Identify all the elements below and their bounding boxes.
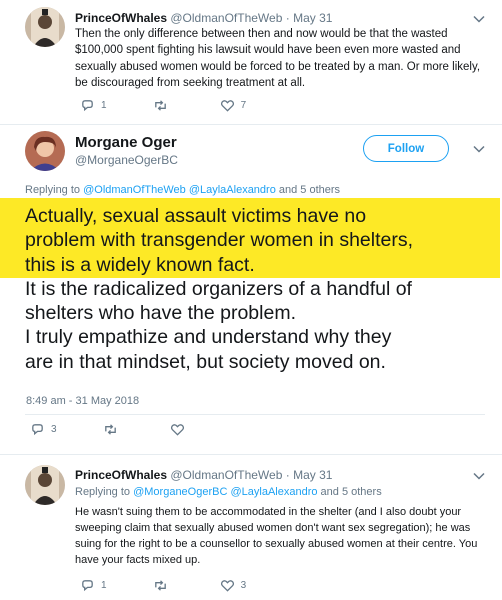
follow-button[interactable]: Follow (363, 135, 449, 162)
chevron-down-icon[interactable] (472, 142, 486, 156)
tweet-date[interactable]: May 31 (293, 11, 332, 25)
avatar[interactable] (25, 131, 65, 171)
like-button[interactable] (170, 422, 191, 437)
tweet-text-line: this is a widely known fact. (25, 253, 255, 276)
reply-icon (82, 100, 93, 112)
like-icon (170, 424, 184, 436)
replying-to-prefix: Replying to (25, 184, 84, 196)
like-icon (220, 580, 234, 592)
replying-to-prefix: Replying to (75, 486, 134, 498)
like-button[interactable]: 3 (220, 578, 247, 593)
retweet-button[interactable] (153, 578, 174, 593)
mention-link[interactable]: @OldmanOfTheWeb (83, 184, 186, 196)
tweet-text-line: I truly empathize and understand why the… (25, 326, 392, 349)
replying-to-others[interactable]: and 5 others (276, 184, 340, 196)
author-name[interactable]: PrinceOfWhales (75, 468, 167, 482)
tweet-text: Actually, sexual assault victims have no… (25, 204, 495, 374)
tweet-text-line: are in that mindset, but society moved o… (25, 350, 386, 373)
reply-count: 3 (51, 424, 57, 435)
tweet-reply-1[interactable]: PrinceOfWhales @OldmanOfTheWeb · May 31 … (0, 0, 502, 124)
tweet-text: Then the only difference between then an… (75, 28, 481, 90)
reply-count: 1 (101, 100, 107, 111)
divider (25, 414, 485, 415)
author-name[interactable]: PrinceOfWhales (75, 11, 167, 25)
tweet-text: He wasn't suing them to be accommodated … (75, 506, 478, 566)
like-button[interactable]: 7 (220, 98, 247, 113)
retweet-button[interactable] (103, 422, 124, 437)
like-count: 7 (240, 100, 247, 111)
chevron-down-icon[interactable] (472, 12, 486, 26)
replying-to-others[interactable]: and 5 others (317, 486, 382, 498)
reply-count: 1 (101, 580, 107, 591)
retweet-icon (154, 100, 166, 111)
tweet-text-line: Actually, sexual assault victims have no (25, 205, 367, 227)
author-handle[interactable]: @MorganeOgerBC (75, 153, 178, 167)
replying-to: Replying to @MorganeOgerBC @LaylaAlexand… (75, 486, 382, 498)
like-count: 3 (240, 580, 247, 591)
retweet-icon (104, 424, 116, 435)
author-name[interactable]: Morgane Oger (75, 134, 177, 151)
mention-link[interactable]: @MorganeOgerBC (133, 486, 227, 498)
author-handle[interactable]: @OldmanOfTheWeb (170, 11, 282, 25)
mention-link[interactable]: @LaylaAlexandro (189, 184, 276, 196)
chevron-down-icon[interactable] (472, 469, 486, 483)
reply-button[interactable]: 3 (30, 422, 57, 437)
like-icon (220, 100, 234, 112)
retweet-icon (154, 580, 166, 591)
replying-to: Replying to @OldmanOfTheWeb @LaylaAlexan… (25, 184, 340, 196)
reply-icon (32, 424, 43, 436)
tweet-text-line: It is the radicalized organizers of a ha… (25, 277, 412, 300)
avatar[interactable] (25, 7, 65, 47)
reply-button[interactable]: 1 (80, 578, 107, 593)
separator-dot: · (285, 468, 290, 482)
reply-icon (82, 580, 93, 592)
retweet-button[interactable] (153, 98, 174, 113)
mention-link[interactable]: @LaylaAlexandro (230, 486, 317, 498)
tweet-timestamp[interactable]: 8:49 am - 31 May 2018 (26, 395, 139, 407)
tweet-date[interactable]: May 31 (293, 468, 332, 482)
reply-button[interactable]: 1 (80, 98, 107, 113)
author-handle[interactable]: @OldmanOfTheWeb (170, 468, 282, 482)
avatar[interactable] (25, 465, 65, 505)
tweet-text-line: problem with transgender women in shelte… (25, 229, 414, 252)
tweet-text-line: shelters who have the problem. (25, 302, 296, 325)
separator-dot: · (285, 11, 290, 25)
tweet-reply-3[interactable]: PrinceOfWhales @OldmanOfTheWeb · May 31 … (0, 455, 502, 600)
